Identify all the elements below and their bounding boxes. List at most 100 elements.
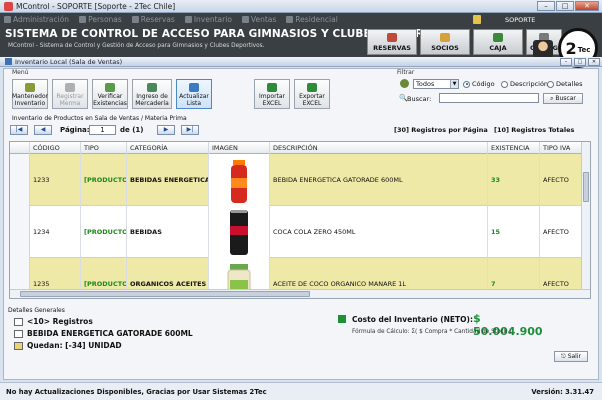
caja-button[interactable]: CAJA [473, 29, 523, 55]
cost-formula: Fórmula de Cálculo: Σ( $ Compra * Cantid… [352, 329, 512, 335]
product-icon [14, 329, 23, 338]
socios-button[interactable]: SOCIOS [420, 29, 470, 55]
cell-existencia: 15 [488, 206, 540, 258]
cell-categoria: BEBIDAS [127, 206, 209, 258]
cell-tipo: [PRODUCTO] [81, 154, 127, 206]
gatorade-bottle-image [231, 160, 247, 203]
sub-close-button[interactable]: ✕ [588, 58, 600, 66]
row-selector[interactable] [10, 154, 30, 206]
excel-icon [267, 83, 277, 92]
app-icon [4, 1, 13, 11]
sub-minimize-button[interactable]: – [560, 58, 572, 66]
exportar-excel-button[interactable]: Exportar EXCEL [294, 79, 330, 109]
lock-icon[interactable] [473, 15, 481, 24]
menu-group-label: Menú [12, 69, 29, 76]
window-titlebar: MControl - SOPORTE [Soporte - 2Tec Chile… [0, 0, 602, 13]
col-tipo-iva[interactable]: TIPO IVA [540, 142, 582, 154]
table-row[interactable]: 1233 [PRODUCTO] BEBIDAS ENERGETICAS BEBI… [10, 154, 582, 206]
reservas-button[interactable]: RESERVAS [367, 29, 417, 55]
menu-administracion[interactable]: Administración [4, 15, 69, 24]
prev-page-button[interactable]: ◀ [34, 125, 52, 135]
gear-icon [4, 16, 11, 23]
radio-dot [501, 80, 508, 88]
radio-descripcion[interactable]: Descripción [501, 80, 548, 88]
search-icon: ⌕ [550, 95, 554, 102]
page-of: de (1) [120, 126, 144, 134]
subwindow-title: Inventario Local (Sala de Ventas) [15, 57, 123, 66]
menu-residencial[interactable]: Residencial [286, 15, 338, 24]
sub-maximize-button[interactable]: □ [574, 58, 586, 66]
user-avatar[interactable] [533, 40, 553, 58]
total-records-label: [10] Registros Totales [494, 126, 575, 134]
filter-combo[interactable]: Todos ▼ [413, 79, 459, 89]
menu-personas[interactable]: Personas [79, 15, 122, 24]
maximize-button[interactable]: □ [556, 1, 574, 11]
product-image [209, 206, 270, 258]
list-icon [14, 317, 23, 326]
radio-dot [463, 80, 470, 88]
next-page-button[interactable]: ▶ [157, 125, 175, 135]
page-input[interactable]: 1 [89, 125, 116, 135]
ingreso-mercaderia-button[interactable]: Ingreso de Mercadería [132, 79, 172, 109]
scroll-thumb[interactable] [583, 172, 589, 202]
verificar-existencias-button[interactable]: Verificar Existencias [92, 79, 128, 109]
page-label: Página: [60, 126, 90, 134]
col-imagen[interactable]: IMAGEN [209, 142, 270, 154]
cell-tipo: [PRODUCTO] [81, 206, 127, 258]
cash-register-icon [493, 33, 503, 42]
box-icon [184, 16, 192, 23]
merma-icon [65, 83, 75, 92]
stock-icon [14, 341, 23, 350]
exit-button[interactable]: ⎋ Salir [554, 351, 588, 362]
table-row[interactable]: 1234 [PRODUCTO] BEBIDAS COCA COLA ZERO 4… [10, 206, 582, 258]
minimize-button[interactable]: – [537, 1, 555, 11]
radio-dot [547, 80, 554, 88]
registrar-merma-button[interactable]: Registrar Merma [52, 79, 88, 109]
inventory-panel: Menú Mantenedor Inventario Registrar Mer… [3, 68, 599, 380]
grid-horizontal-scrollbar[interactable] [10, 289, 590, 298]
last-page-button[interactable]: ▶| [181, 125, 199, 135]
col-categoria[interactable]: CATEGORÍA [127, 142, 209, 154]
coca-cola-can-image [230, 210, 248, 255]
radio-detalles[interactable]: Detalles [547, 80, 583, 88]
details-panel: Detalles Generales <10> Registros BEBIDA… [8, 307, 596, 379]
per-page-label: [30] Registros por Página [394, 126, 488, 134]
grid-vertical-scrollbar[interactable] [581, 142, 590, 290]
remaining-line: Quedan: [-34] UNIDAD [14, 341, 122, 350]
radio-codigo[interactable]: Código [463, 80, 495, 88]
col-existencia[interactable]: EXISTENCIA [488, 142, 540, 154]
scroll-thumb[interactable] [20, 291, 310, 297]
cell-codigo: 1234 [30, 206, 81, 258]
records-line: <10> Registros [14, 317, 93, 326]
menu-group: Menú Mantenedor Inventario Registrar Mer… [8, 69, 330, 113]
importar-excel-button[interactable]: Importar EXCEL [254, 79, 290, 109]
current-user: SOPORTE [505, 16, 536, 24]
close-button[interactable]: ✕ [575, 1, 599, 11]
col-codigo[interactable]: CÓDIGO [30, 142, 81, 154]
first-page-button[interactable]: |◀ [10, 125, 28, 135]
menu-inventario[interactable]: Inventario [184, 15, 232, 24]
col-descripcion[interactable]: DESCRIPCIÓN [270, 142, 488, 154]
cell-existencia: 33 [488, 154, 540, 206]
cost-label: Costo del Inventario (NETO): [352, 315, 473, 324]
cell-descripcion: BEBIDA ENERGETICA GATORADE 600ML [270, 154, 488, 206]
window-icon [5, 58, 12, 65]
col-tipo[interactable]: TIPO [81, 142, 127, 154]
menu-reservas[interactable]: Reservas [131, 15, 175, 24]
pager: |◀ ◀ Página: 1 de (1) ▶ ▶| [30] Registro… [10, 125, 594, 137]
version-label: Versión: 3.31.47 [531, 388, 594, 396]
mantenedor-inventario-button[interactable]: Mantenedor Inventario [12, 79, 48, 109]
details-label: Detalles Generales [8, 307, 65, 314]
search-button[interactable]: ⌕ Buscar [543, 93, 583, 104]
window-title: MControl - SOPORTE [Soporte - 2Tec Chile… [16, 1, 176, 11]
menu-ventas[interactable]: Ventas [241, 15, 276, 24]
inventory-grid[interactable]: CÓDIGO TIPO CATEGORÍA IMAGEN DESCRIPCIÓN… [9, 141, 591, 299]
actualizar-lista-button[interactable]: Actualizar Lista [176, 79, 212, 109]
inventory-icon [25, 83, 35, 92]
cart-icon [241, 16, 249, 23]
search-input[interactable] [439, 93, 539, 103]
refresh-icon [189, 83, 199, 92]
calendar-icon [131, 16, 139, 23]
row-selector[interactable] [10, 206, 30, 258]
subwindow-titlebar: Inventario Local (Sala de Ventas) – □ ✕ [0, 57, 602, 67]
